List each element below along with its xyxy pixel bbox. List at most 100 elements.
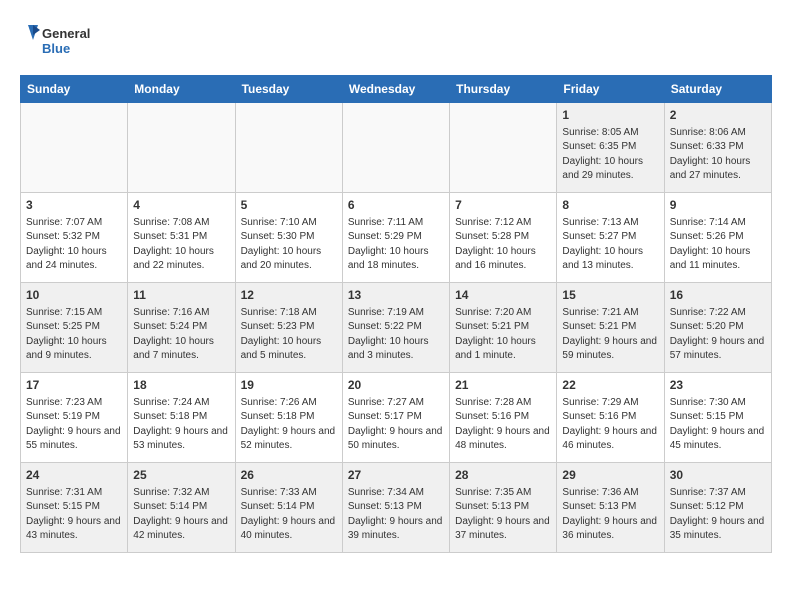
day-info: Sunrise: 7:12 AM Sunset: 5:28 PM Dayligh…	[455, 216, 551, 274]
day-number: 25	[133, 467, 229, 484]
calendar-cell: 15 Sunrise: 7:21 AM Sunset: 5:21 PM Dayli…	[557, 283, 664, 373]
day-info: Sunrise: 7:16 AM Sunset: 5:24 PM Dayligh…	[133, 306, 229, 364]
calendar-cell: 3 Sunrise: 7:07 AM Sunset: 5:32 PM Daylig…	[21, 193, 128, 283]
day-info: Sunrise: 7:13 AM Sunset: 5:27 PM Dayligh…	[562, 216, 658, 274]
day-number: 15	[562, 287, 658, 304]
day-number: 6	[348, 197, 444, 214]
logo: General Blue	[20, 20, 100, 65]
weekday-header-monday: Monday	[128, 76, 235, 103]
calendar-cell: 16 Sunrise: 7:22 AM Sunset: 5:20 PM Dayli…	[664, 283, 771, 373]
day-number: 2	[670, 107, 766, 124]
calendar-cell: 12 Sunrise: 7:18 AM Sunset: 5:23 PM Dayli…	[235, 283, 342, 373]
day-number: 12	[241, 287, 337, 304]
day-info: Sunrise: 7:31 AM Sunset: 5:15 PM Dayligh…	[26, 486, 122, 544]
day-info: Sunrise: 7:26 AM Sunset: 5:18 PM Dayligh…	[241, 396, 337, 454]
calendar-cell: 22 Sunrise: 7:29 AM Sunset: 5:16 PM Dayli…	[557, 373, 664, 463]
day-number: 1	[562, 107, 658, 124]
calendar-cell: 18 Sunrise: 7:24 AM Sunset: 5:18 PM Dayli…	[128, 373, 235, 463]
day-info: Sunrise: 7:10 AM Sunset: 5:30 PM Dayligh…	[241, 216, 337, 274]
day-info: Sunrise: 7:07 AM Sunset: 5:32 PM Dayligh…	[26, 216, 122, 274]
day-info: Sunrise: 7:24 AM Sunset: 5:18 PM Dayligh…	[133, 396, 229, 454]
day-number: 30	[670, 467, 766, 484]
day-number: 28	[455, 467, 551, 484]
calendar-cell: 1Sunrise: 8:05 AM Sunset: 6:35 PM Daylig…	[557, 103, 664, 193]
day-info: Sunrise: 7:29 AM Sunset: 5:16 PM Dayligh…	[562, 396, 658, 454]
calendar-cell: 9 Sunrise: 7:14 AM Sunset: 5:26 PM Daylig…	[664, 193, 771, 283]
svg-text:Blue: Blue	[42, 41, 70, 56]
day-number: 23	[670, 377, 766, 394]
day-number: 10	[26, 287, 122, 304]
day-info: Sunrise: 7:21 AM Sunset: 5:21 PM Dayligh…	[562, 306, 658, 364]
day-info: Sunrise: 7:14 AM Sunset: 5:26 PM Dayligh…	[670, 216, 766, 274]
logo-svg: General Blue	[20, 20, 100, 65]
day-info: Sunrise: 7:33 AM Sunset: 5:14 PM Dayligh…	[241, 486, 337, 544]
calendar-cell	[450, 103, 557, 193]
calendar-cell	[128, 103, 235, 193]
calendar-cell: 4 Sunrise: 7:08 AM Sunset: 5:31 PM Daylig…	[128, 193, 235, 283]
calendar-cell: 2 Sunrise: 8:06 AM Sunset: 6:33 PM Daylig…	[664, 103, 771, 193]
calendar-cell: 8 Sunrise: 7:13 AM Sunset: 5:27 PM Daylig…	[557, 193, 664, 283]
calendar-cell	[235, 103, 342, 193]
weekday-header-wednesday: Wednesday	[342, 76, 449, 103]
day-info: Sunrise: 7:18 AM Sunset: 5:23 PM Dayligh…	[241, 306, 337, 364]
weekday-header-thursday: Thursday	[450, 76, 557, 103]
day-info: Sunrise: 7:08 AM Sunset: 5:31 PM Dayligh…	[133, 216, 229, 274]
day-number: 8	[562, 197, 658, 214]
calendar-cell: 29Sunrise: 7:36 AM Sunset: 5:13 PM Dayli…	[557, 463, 664, 553]
day-info: Sunrise: 7:20 AM Sunset: 5:21 PM Dayligh…	[455, 306, 551, 364]
day-number: 14	[455, 287, 551, 304]
day-info: Sunrise: 7:23 AM Sunset: 5:19 PM Dayligh…	[26, 396, 122, 454]
weekday-header-saturday: Saturday	[664, 76, 771, 103]
day-number: 17	[26, 377, 122, 394]
weekday-header-tuesday: Tuesday	[235, 76, 342, 103]
day-info: Sunrise: 7:30 AM Sunset: 5:15 PM Dayligh…	[670, 396, 766, 454]
calendar-cell: 14 Sunrise: 7:20 AM Sunset: 5:21 PM Dayli…	[450, 283, 557, 373]
calendar: SundayMondayTuesdayWednesdayThursdayFrid…	[20, 75, 772, 553]
day-info: Sunrise: 7:19 AM Sunset: 5:22 PM Dayligh…	[348, 306, 444, 364]
day-number: 16	[670, 287, 766, 304]
calendar-cell: 23 Sunrise: 7:30 AM Sunset: 5:15 PM Dayli…	[664, 373, 771, 463]
calendar-cell: 27Sunrise: 7:34 AM Sunset: 5:13 PM Dayli…	[342, 463, 449, 553]
day-number: 18	[133, 377, 229, 394]
day-info: Sunrise: 7:37 AM Sunset: 5:12 PM Dayligh…	[670, 486, 766, 544]
day-info: Sunrise: 7:28 AM Sunset: 5:16 PM Dayligh…	[455, 396, 551, 454]
calendar-cell: 7 Sunrise: 7:12 AM Sunset: 5:28 PM Daylig…	[450, 193, 557, 283]
svg-text:General: General	[42, 26, 90, 41]
calendar-cell: 26 Sunrise: 7:33 AM Sunset: 5:14 PM Dayli…	[235, 463, 342, 553]
day-number: 9	[670, 197, 766, 214]
day-info: Sunrise: 7:34 AM Sunset: 5:13 PM Dayligh…	[348, 486, 444, 544]
calendar-cell: 21Sunrise: 7:28 AM Sunset: 5:16 PM Dayli…	[450, 373, 557, 463]
day-info: Sunrise: 8:06 AM Sunset: 6:33 PM Dayligh…	[670, 126, 766, 184]
day-number: 7	[455, 197, 551, 214]
calendar-cell	[342, 103, 449, 193]
day-number: 22	[562, 377, 658, 394]
calendar-cell: 20 Sunrise: 7:27 AM Sunset: 5:17 PM Dayli…	[342, 373, 449, 463]
calendar-cell: 17 Sunrise: 7:23 AM Sunset: 5:19 PM Dayli…	[21, 373, 128, 463]
day-info: Sunrise: 7:15 AM Sunset: 5:25 PM Dayligh…	[26, 306, 122, 364]
calendar-cell: 13 Sunrise: 7:19 AM Sunset: 5:22 PM Dayli…	[342, 283, 449, 373]
day-number: 11	[133, 287, 229, 304]
calendar-cell: 5 Sunrise: 7:10 AM Sunset: 5:30 PM Daylig…	[235, 193, 342, 283]
day-number: 19	[241, 377, 337, 394]
calendar-cell	[21, 103, 128, 193]
calendar-cell: 6 Sunrise: 7:11 AM Sunset: 5:29 PM Daylig…	[342, 193, 449, 283]
calendar-cell: 25 Sunrise: 7:32 AM Sunset: 5:14 PM Dayli…	[128, 463, 235, 553]
day-number: 4	[133, 197, 229, 214]
day-number: 5	[241, 197, 337, 214]
day-info: Sunrise: 7:22 AM Sunset: 5:20 PM Dayligh…	[670, 306, 766, 364]
day-number: 29	[562, 467, 658, 484]
day-info: Sunrise: 7:11 AM Sunset: 5:29 PM Dayligh…	[348, 216, 444, 274]
calendar-cell: 24 Sunrise: 7:31 AM Sunset: 5:15 PM Dayli…	[21, 463, 128, 553]
weekday-header-friday: Friday	[557, 76, 664, 103]
day-number: 13	[348, 287, 444, 304]
calendar-cell: 11 Sunrise: 7:16 AM Sunset: 5:24 PM Dayli…	[128, 283, 235, 373]
day-info: Sunrise: 7:32 AM Sunset: 5:14 PM Dayligh…	[133, 486, 229, 544]
day-number: 20	[348, 377, 444, 394]
calendar-cell: 19 Sunrise: 7:26 AM Sunset: 5:18 PM Dayli…	[235, 373, 342, 463]
weekday-header-sunday: Sunday	[21, 76, 128, 103]
day-info: Sunrise: 7:35 AM Sunset: 5:13 PM Dayligh…	[455, 486, 551, 544]
day-info: Sunrise: 7:27 AM Sunset: 5:17 PM Dayligh…	[348, 396, 444, 454]
day-number: 24	[26, 467, 122, 484]
day-number: 3	[26, 197, 122, 214]
day-number: 26	[241, 467, 337, 484]
